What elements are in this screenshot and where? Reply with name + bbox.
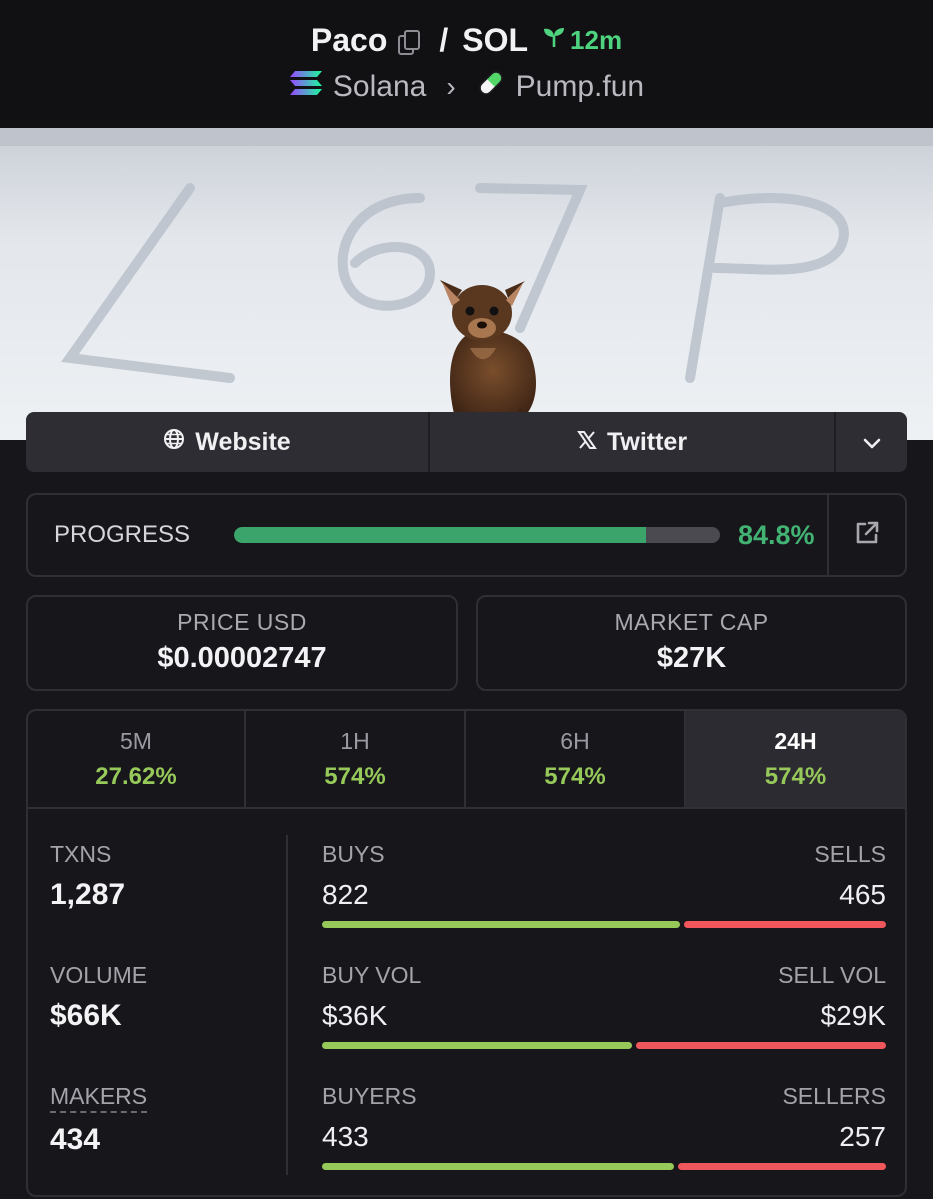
- stats-summary: TXNS 1,287 VOLUME $66K MAKERS 434: [28, 811, 286, 1195]
- solana-logo-icon: [289, 69, 323, 105]
- tab-change: 27.62%: [95, 762, 177, 790]
- age-value: 12m: [570, 24, 623, 55]
- buyers-value: 433: [322, 1121, 369, 1152]
- pair-separator: /: [439, 21, 449, 58]
- txns-label: TXNS: [50, 841, 112, 867]
- buy-sell-vol-bar: [322, 1042, 886, 1049]
- volume-stat: VOLUME $66K: [50, 962, 147, 1033]
- sell-vol-bar: [636, 1042, 886, 1049]
- makers-stat: MAKERS 434: [50, 1083, 148, 1157]
- pill-icon: [476, 68, 506, 106]
- website-button[interactable]: Website: [26, 412, 430, 472]
- sells-bar: [684, 921, 886, 928]
- tab-6h[interactable]: 6H 574%: [466, 711, 686, 807]
- external-link-button[interactable]: [827, 495, 905, 575]
- token-symbol: Paco: [310, 21, 388, 58]
- x-logo-icon: [577, 428, 597, 457]
- volume-value: $66K: [50, 999, 122, 1032]
- quote-symbol: SOL: [462, 21, 529, 58]
- breadcrumb: Solana › Pump.fun: [0, 66, 933, 108]
- buyers-label: BUYERS: [322, 1083, 417, 1109]
- bonding-progress: PROGRESS 84.8%: [26, 493, 907, 577]
- sells-value: 465: [839, 879, 886, 910]
- buyers-sellers-row: BUYERS SELLERS 433 257: [322, 1053, 886, 1170]
- buyers-sellers-bar: [322, 1163, 886, 1170]
- timeframe-tabs: 5M 27.62% 1H 574% 6H 574% 24H 574%: [28, 711, 905, 809]
- chain-name[interactable]: Solana: [333, 70, 426, 104]
- buy-vol-value: $36K: [322, 1000, 388, 1031]
- buy-sell-vol-row: BUY VOL SELL VOL $36K $29K: [322, 932, 886, 1049]
- buys-label: BUYS: [322, 841, 385, 867]
- twitter-label: Twitter: [606, 427, 688, 456]
- pair-age: 12m: [542, 25, 622, 56]
- tab-label: 24H: [774, 727, 817, 754]
- buy-vol-bar: [322, 1042, 633, 1049]
- tab-change: 574%: [324, 762, 386, 790]
- token-banner-image: [0, 128, 933, 440]
- links-bar: Website Twitter: [26, 412, 907, 472]
- market-cap-label: MARKET CAP: [614, 609, 769, 635]
- tab-change: 574%: [544, 762, 606, 790]
- tab-change: 574%: [764, 762, 827, 790]
- token-header: Paco / SOL 12m Solana › Pump.fun: [0, 0, 933, 128]
- buys-value: 822: [322, 879, 369, 910]
- tab-label: 5M: [120, 727, 152, 754]
- chevron-right-icon: ›: [446, 71, 456, 102]
- buyers-bar: [322, 1163, 675, 1170]
- tab-24h[interactable]: 24H 574%: [686, 711, 905, 807]
- volume-label: VOLUME: [50, 962, 148, 988]
- stats-panel: 5M 27.62% 1H 574% 6H 574% 24H 574% TXNS …: [26, 709, 907, 1197]
- txns-stat: TXNS 1,287: [50, 841, 125, 912]
- buys-bar: [322, 921, 681, 928]
- chevron-down-icon: [863, 428, 881, 457]
- twitter-button[interactable]: Twitter: [430, 412, 836, 472]
- txns-value: 1,287: [50, 878, 126, 911]
- platform-name[interactable]: Pump.fun: [516, 70, 644, 104]
- title-row: Paco / SOL 12m: [0, 18, 933, 62]
- makers-value: 434: [50, 1123, 101, 1156]
- copy-icon[interactable]: [397, 27, 421, 55]
- market-cap-card: MARKET CAP $27K: [476, 595, 907, 691]
- sell-vol-value: $29K: [820, 1000, 886, 1031]
- market-cap-value: $27K: [656, 642, 727, 674]
- sellers-value: 257: [839, 1121, 886, 1152]
- globe-icon: [163, 428, 185, 457]
- buy-vol-label: BUY VOL: [322, 962, 422, 988]
- sellers-bar: [678, 1163, 886, 1170]
- sells-label: SELLS: [814, 841, 886, 867]
- tab-label: 6H: [560, 727, 590, 754]
- tab-label: 1H: [340, 727, 370, 754]
- price-usd-card: PRICE USD $0.00002747: [26, 595, 458, 691]
- website-label: Website: [195, 427, 291, 456]
- sell-vol-label: SELL VOL: [778, 962, 886, 988]
- price-usd-value: $0.00002747: [157, 642, 327, 674]
- sprout-icon: [542, 25, 566, 56]
- tab-1h[interactable]: 1H 574%: [246, 711, 466, 807]
- buys-sells-row: BUYS SELLS 822 465: [322, 811, 886, 928]
- external-link-icon: [853, 519, 881, 552]
- progress-bar-fill: [234, 527, 647, 543]
- sellers-label: SELLERS: [782, 1083, 886, 1109]
- more-links-button[interactable]: [836, 412, 907, 472]
- makers-label[interactable]: MAKERS: [50, 1083, 148, 1113]
- price-usd-label: PRICE USD: [177, 609, 307, 635]
- buys-sells-bar: [322, 921, 886, 928]
- tab-5m[interactable]: 5M 27.62%: [28, 711, 246, 807]
- stats-divider: [286, 835, 288, 1175]
- progress-bar: [234, 527, 720, 543]
- progress-label: PROGRESS: [54, 521, 191, 548]
- buy-sell-breakdown: BUYS SELLS 822 465 BUY VOL SELL VOL $36K…: [322, 811, 886, 1195]
